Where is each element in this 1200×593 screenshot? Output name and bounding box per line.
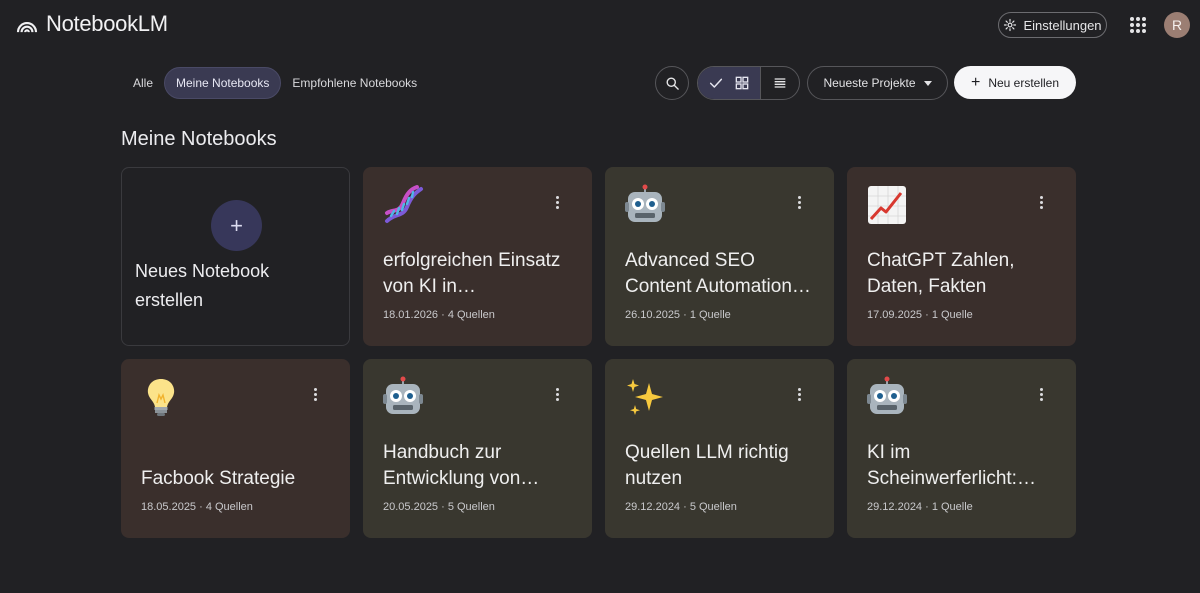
notebook-title: KI im Scheinwerferlicht:… bbox=[867, 442, 1036, 489]
settings-button[interactable]: Einstellungen bbox=[998, 12, 1107, 38]
create-new-button[interactable]: + Neu erstellen bbox=[954, 66, 1076, 99]
chart-increasing-icon bbox=[865, 183, 909, 227]
list-view-button[interactable] bbox=[759, 67, 799, 99]
notebook-meta: 29.12.2024 · 5 Quellen bbox=[625, 501, 737, 513]
more-vert-icon[interactable] bbox=[1033, 385, 1049, 403]
top-bar: NotebookLM Einstellungen R bbox=[0, 0, 1200, 50]
more-vert-icon[interactable] bbox=[791, 193, 807, 211]
grid-icon bbox=[735, 76, 749, 90]
app-title: NotebookLM bbox=[46, 11, 168, 36]
notebook-meta: 18.01.2026 · 4 Quellen bbox=[383, 309, 495, 321]
gear-icon bbox=[1004, 18, 1017, 32]
notebook-meta: 17.09.2025 · 1 Quelle bbox=[867, 309, 973, 321]
notebook-card[interactable]: Handbuch zur Entwicklung von… 20.05.2025… bbox=[363, 359, 592, 538]
light-bulb-icon bbox=[139, 375, 183, 419]
filter-tabs: Alle Meine Notebooks Empfohlene Notebook… bbox=[122, 66, 428, 100]
notebook-title: Handbuch zur Entwicklung von… bbox=[383, 442, 540, 489]
section-title: Meine Notebooks bbox=[121, 128, 277, 150]
sort-label: Neueste Projekte bbox=[823, 76, 916, 90]
plus-icon: + bbox=[970, 73, 981, 91]
sort-dropdown[interactable]: Neueste Projekte bbox=[807, 66, 948, 100]
sparkles-icon bbox=[623, 375, 667, 419]
notebook-title: erfolgreichen Einsatz von KI in… bbox=[383, 250, 561, 297]
app-logo[interactable]: NotebookLM bbox=[16, 10, 168, 38]
notebook-meta: 26.10.2025 · 1 Quelle bbox=[625, 309, 731, 321]
settings-label: Einstellungen bbox=[1023, 17, 1102, 33]
caret-down-icon bbox=[923, 80, 932, 86]
dna-icon bbox=[381, 183, 425, 227]
more-vert-icon[interactable] bbox=[1033, 193, 1049, 211]
apps-grid-icon[interactable] bbox=[1130, 17, 1146, 33]
search-icon bbox=[666, 77, 679, 90]
new-notebook-card[interactable]: + Neues Notebook erstellen bbox=[121, 167, 350, 346]
notebook-title: Facbook Strategie bbox=[141, 468, 296, 489]
robot-icon bbox=[623, 183, 667, 227]
notebook-card[interactable]: Quellen LLM richtig nutzen 29.12.2024 · … bbox=[605, 359, 834, 538]
more-vert-icon[interactable] bbox=[549, 385, 565, 403]
more-vert-icon[interactable] bbox=[307, 385, 323, 403]
notebook-meta: 18.05.2025 · 4 Quellen bbox=[141, 501, 253, 513]
tab-all[interactable]: Alle bbox=[122, 67, 164, 99]
more-vert-icon[interactable] bbox=[791, 385, 807, 403]
robot-icon bbox=[381, 375, 425, 419]
notebook-title: Advanced SEO Content Automation… bbox=[625, 250, 811, 297]
grid-view-button[interactable] bbox=[698, 67, 760, 99]
search-button[interactable] bbox=[655, 66, 689, 100]
notebook-meta: 29.12.2024 · 1 Quelle bbox=[867, 501, 973, 513]
view-toggle bbox=[697, 66, 800, 100]
tab-featured-notebooks[interactable]: Empfohlene Notebooks bbox=[281, 67, 428, 99]
notebook-title: Quellen LLM richtig nutzen bbox=[625, 442, 789, 489]
plus-icon: + bbox=[211, 200, 262, 251]
notebook-title: ChatGPT Zahlen, Daten, Fakten bbox=[867, 250, 1015, 297]
more-vert-icon[interactable] bbox=[549, 193, 565, 211]
notebooklm-logo-icon bbox=[16, 22, 38, 33]
robot-icon bbox=[865, 375, 909, 419]
avatar[interactable]: R bbox=[1164, 12, 1190, 38]
list-icon bbox=[774, 78, 786, 88]
tab-my-notebooks[interactable]: Meine Notebooks bbox=[164, 67, 282, 99]
create-new-label: Neu erstellen bbox=[988, 75, 1060, 90]
check-icon bbox=[709, 78, 722, 88]
notebook-card[interactable]: KI im Scheinwerferlicht:… 29.12.2024 · 1… bbox=[847, 359, 1076, 538]
notebook-card[interactable]: Advanced SEO Content Automation… 26.10.2… bbox=[605, 167, 834, 346]
notebook-card[interactable]: Facbook Strategie 18.05.2025 · 4 Quellen bbox=[121, 359, 350, 538]
notebook-card[interactable]: erfolgreichen Einsatz von KI in… 18.01.2… bbox=[363, 167, 592, 346]
notebook-card[interactable]: ChatGPT Zahlen, Daten, Fakten 17.09.2025… bbox=[847, 167, 1076, 346]
new-notebook-label: Neues Notebook erstellen bbox=[135, 261, 270, 310]
notebook-meta: 20.05.2025 · 5 Quellen bbox=[383, 501, 495, 513]
